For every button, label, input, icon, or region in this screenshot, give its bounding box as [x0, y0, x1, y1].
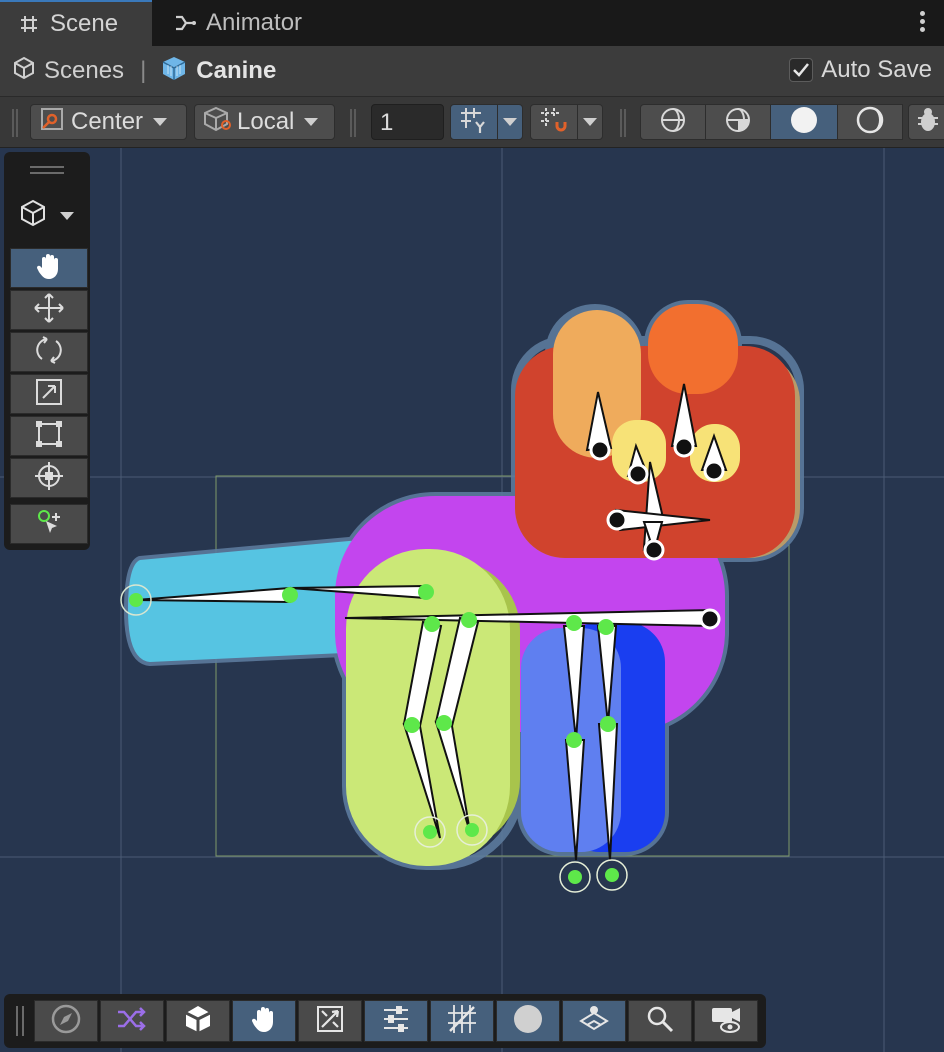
breadcrumb-separator: | — [140, 57, 147, 84]
chevron-down-icon — [304, 118, 319, 126]
snap-button[interactable] — [530, 104, 578, 140]
properties-button[interactable] — [364, 1000, 428, 1042]
chevron-down-icon — [503, 118, 517, 126]
pivot-center-icon — [39, 106, 65, 139]
crescent-sphere-icon — [855, 105, 885, 140]
chevron-down-icon — [583, 118, 597, 126]
cube-outline-icon — [18, 198, 48, 233]
grid-y-icon — [459, 106, 489, 139]
prefab-view-button[interactable] — [166, 1000, 230, 1042]
hand-icon — [249, 1004, 279, 1039]
pan-mode-button[interactable] — [232, 1000, 296, 1042]
breadcrumb-scenes[interactable]: Scenes — [12, 56, 124, 87]
tools-overlay — [4, 152, 90, 550]
rotate-tool-button[interactable] — [10, 332, 88, 372]
skeleton-editor-button[interactable] — [298, 1000, 362, 1042]
toolbar-grip[interactable] — [350, 109, 356, 137]
scale-icon — [34, 377, 64, 412]
pivot-rotation-dropdown[interactable]: Local — [194, 104, 335, 140]
wireframe-mode-button[interactable] — [640, 104, 706, 140]
grid-snap-icon — [446, 1003, 478, 1040]
toolbar-grip[interactable] — [620, 109, 626, 137]
shuffle-fx-button[interactable] — [100, 1000, 164, 1042]
ear-right-sprite — [648, 304, 738, 394]
hand-tool-button[interactable] — [10, 248, 88, 288]
chevron-down-icon — [153, 118, 168, 126]
rotate-icon — [34, 335, 64, 370]
bone-create-icon — [34, 507, 64, 542]
tab-scene-label: Scene — [50, 10, 119, 37]
breadcrumb-canine-label: Canine — [196, 57, 277, 84]
scene-overlay-toolbar — [4, 994, 766, 1048]
animator-icon — [174, 12, 196, 34]
shuffle-icon — [116, 1004, 148, 1039]
shaded-draw-mode-button[interactable] — [496, 1000, 560, 1042]
search-button[interactable] — [628, 1000, 692, 1042]
transform-gizmo-icon — [33, 460, 65, 497]
overlay-drag-handle[interactable] — [16, 1006, 24, 1036]
grid-snap-value-input[interactable]: 1 — [371, 104, 444, 140]
hand-icon — [34, 251, 64, 286]
shaded-wireframe-mode-button[interactable] — [705, 104, 771, 140]
breadcrumb-scenes-label: Scenes — [44, 57, 125, 84]
custom-editor-tool-button[interactable] — [10, 504, 88, 544]
shaded-mode-button[interactable] — [770, 104, 838, 140]
chevron-down-icon — [60, 211, 74, 220]
grid-visibility-button[interactable] — [450, 104, 498, 140]
unity-logo-icon — [12, 56, 36, 87]
tab-animator-label: Animator — [206, 9, 303, 36]
shaded-wire-sphere-icon — [724, 106, 752, 139]
sliders-icon — [381, 1004, 411, 1039]
debug-draw-mode-button[interactable] — [908, 104, 944, 140]
wireframe-sphere-icon — [659, 106, 687, 139]
toolbar-grip[interactable] — [12, 109, 18, 137]
move-arrows-icon — [33, 292, 65, 329]
layers-button[interactable] — [562, 1000, 626, 1042]
unlit-mode-button[interactable] — [837, 104, 903, 140]
tool-context-dropdown[interactable] — [18, 198, 74, 233]
snap-settings-dropdown[interactable] — [577, 104, 603, 140]
auto-save-checkbox[interactable] — [789, 58, 814, 82]
auto-save-label: Auto Save — [821, 56, 932, 83]
unity-cube-icon — [183, 1004, 213, 1039]
rect-tool-button[interactable] — [10, 416, 88, 456]
tab-animator[interactable]: Animator — [174, 0, 302, 46]
orientation-button[interactable] — [34, 1000, 98, 1042]
grid-snapping-button[interactable] — [430, 1000, 494, 1042]
transform-tool-button[interactable] — [10, 458, 88, 498]
more-menu-icon[interactable] — [918, 11, 926, 35]
grid-snap-magnet-icon — [539, 106, 569, 139]
tab-bar: Scene Animator — [0, 0, 944, 46]
pivot-mode-dropdown[interactable]: Center — [30, 104, 187, 140]
bug-icon — [914, 106, 942, 139]
grid-axis-dropdown[interactable] — [497, 104, 523, 140]
scale-tool-button[interactable] — [10, 374, 88, 414]
pivot-mode-label: Center — [71, 108, 144, 135]
rect-transform-icon — [34, 419, 64, 454]
compass-icon — [50, 1003, 82, 1040]
local-cube-icon — [203, 106, 231, 139]
overlay-drag-handle[interactable] — [30, 166, 64, 174]
grid-hash-icon — [18, 13, 40, 35]
move-tool-button[interactable] — [10, 290, 88, 330]
canine-sprite-skeleton[interactable] — [0, 148, 944, 1052]
scene-toolbar: Center Local 1 — [0, 96, 944, 148]
pivot-rotation-label: Local — [237, 108, 295, 135]
layers-icon — [578, 1003, 610, 1040]
camera-visibility-button[interactable] — [694, 1000, 758, 1042]
scene-viewport[interactable] — [0, 148, 944, 1052]
solid-sphere-icon — [512, 1003, 544, 1040]
search-icon — [645, 1004, 675, 1039]
breadcrumb: Scenes | Canine Auto Save — [0, 46, 944, 96]
tab-scene[interactable]: Scene — [0, 0, 152, 46]
prefab-cube-icon — [160, 54, 188, 89]
camera-eye-icon — [710, 1004, 742, 1039]
breadcrumb-canine[interactable]: Canine — [160, 54, 276, 89]
solid-sphere-icon — [789, 105, 819, 140]
auto-save-toggle[interactable]: Auto Save — [789, 56, 932, 84]
skeleton-bone-icon — [315, 1004, 345, 1039]
